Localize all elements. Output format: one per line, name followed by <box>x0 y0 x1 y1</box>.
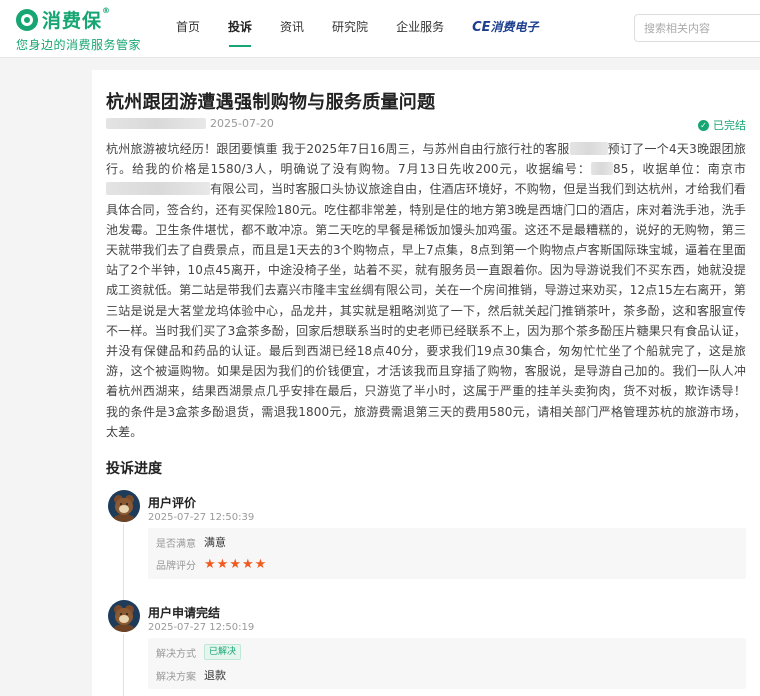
solution-value: 退款 <box>204 669 226 682</box>
nav-home[interactable]: 首页 <box>162 0 214 58</box>
redacted-text <box>106 182 210 196</box>
nav-enterprise[interactable]: 企业服务 <box>382 0 458 58</box>
bear-avatar-icon <box>108 490 140 522</box>
logo-icon <box>16 8 38 31</box>
complaint-meta: 2025-07-20 <box>106 117 274 130</box>
complaint-date: 2025-07-20 <box>210 117 274 130</box>
nav-news[interactable]: 资讯 <box>266 0 318 58</box>
timeline-item-time: 2025-07-27 12:50:39 <box>148 512 255 523</box>
site-header: 消费保® 您身边的消费服务管家 首页 投诉 资讯 研究院 企业服务 CE消费电子 <box>0 0 760 58</box>
redacted-username <box>106 118 206 129</box>
complaint-content: 杭州旅游被坑经历！跟团要慎重 我于2025年7日16周三，与苏州自由行旅行社的客… <box>106 142 747 439</box>
bear-avatar-icon <box>108 600 140 632</box>
main-nav: 首页 投诉 资讯 研究院 企业服务 CE消费电子 <box>162 0 553 58</box>
redacted-text <box>590 162 613 176</box>
progress-title: 投诉进度 <box>106 461 162 477</box>
status-badge: ✓ 已完结 <box>698 117 746 133</box>
check-circle-icon: ✓ <box>698 119 709 131</box>
brand-slogan: 您身边的消费服务管家 <box>16 38 142 52</box>
nav-complaint[interactable]: 投诉 <box>214 0 266 58</box>
star-icon: ★ <box>216 556 229 572</box>
star-icon: ★ <box>241 556 254 572</box>
site-logo[interactable]: 消费保® 您身边的消费服务管家 <box>16 6 156 53</box>
nav-research[interactable]: 研究院 <box>318 0 382 58</box>
search-input[interactable] <box>634 14 760 42</box>
timeline-detail-box: 是否满意 满意 品牌评分 ★ ★ ★ ★ ★ <box>148 528 746 579</box>
timeline-line <box>123 634 124 696</box>
star-icon: ★ <box>229 556 241 572</box>
timeline-item-title: 用户评价 <box>148 496 197 510</box>
star-icon: ★ <box>254 556 267 572</box>
detail-row: 解决方式 已解决 <box>156 644 242 660</box>
brand-rating: ★ ★ ★ ★ ★ <box>204 556 267 572</box>
brand-name: 消费保® <box>42 6 112 32</box>
timeline-detail-box: 解决方式 已解决 解决方案 退款 <box>148 638 746 689</box>
satisfaction-value: 满意 <box>204 536 226 549</box>
detail-row: 品牌评分 ★ ★ ★ ★ ★ <box>156 556 267 572</box>
resolved-tag: 已解决 <box>204 644 242 660</box>
star-icon: ★ <box>204 556 216 572</box>
detail-row: 是否满意 满意 <box>156 536 226 550</box>
timeline-item-time: 2025-07-27 12:50:19 <box>148 622 255 633</box>
detail-row: 解决方案 退款 <box>156 669 226 683</box>
complaint-card: 杭州跟团游遭遇强制购物与服务质量问题 2025-07-20 ✓ 已完结 杭州旅游… <box>92 70 760 696</box>
timeline-line <box>123 524 124 600</box>
redacted-text <box>569 142 608 155</box>
complaint-title: 杭州跟团游遭遇强制购物与服务质量问题 <box>106 92 436 113</box>
nav-ce-electronics[interactable]: CE消费电子 <box>458 0 552 58</box>
timeline-item-title: 用户申请完结 <box>148 606 221 620</box>
